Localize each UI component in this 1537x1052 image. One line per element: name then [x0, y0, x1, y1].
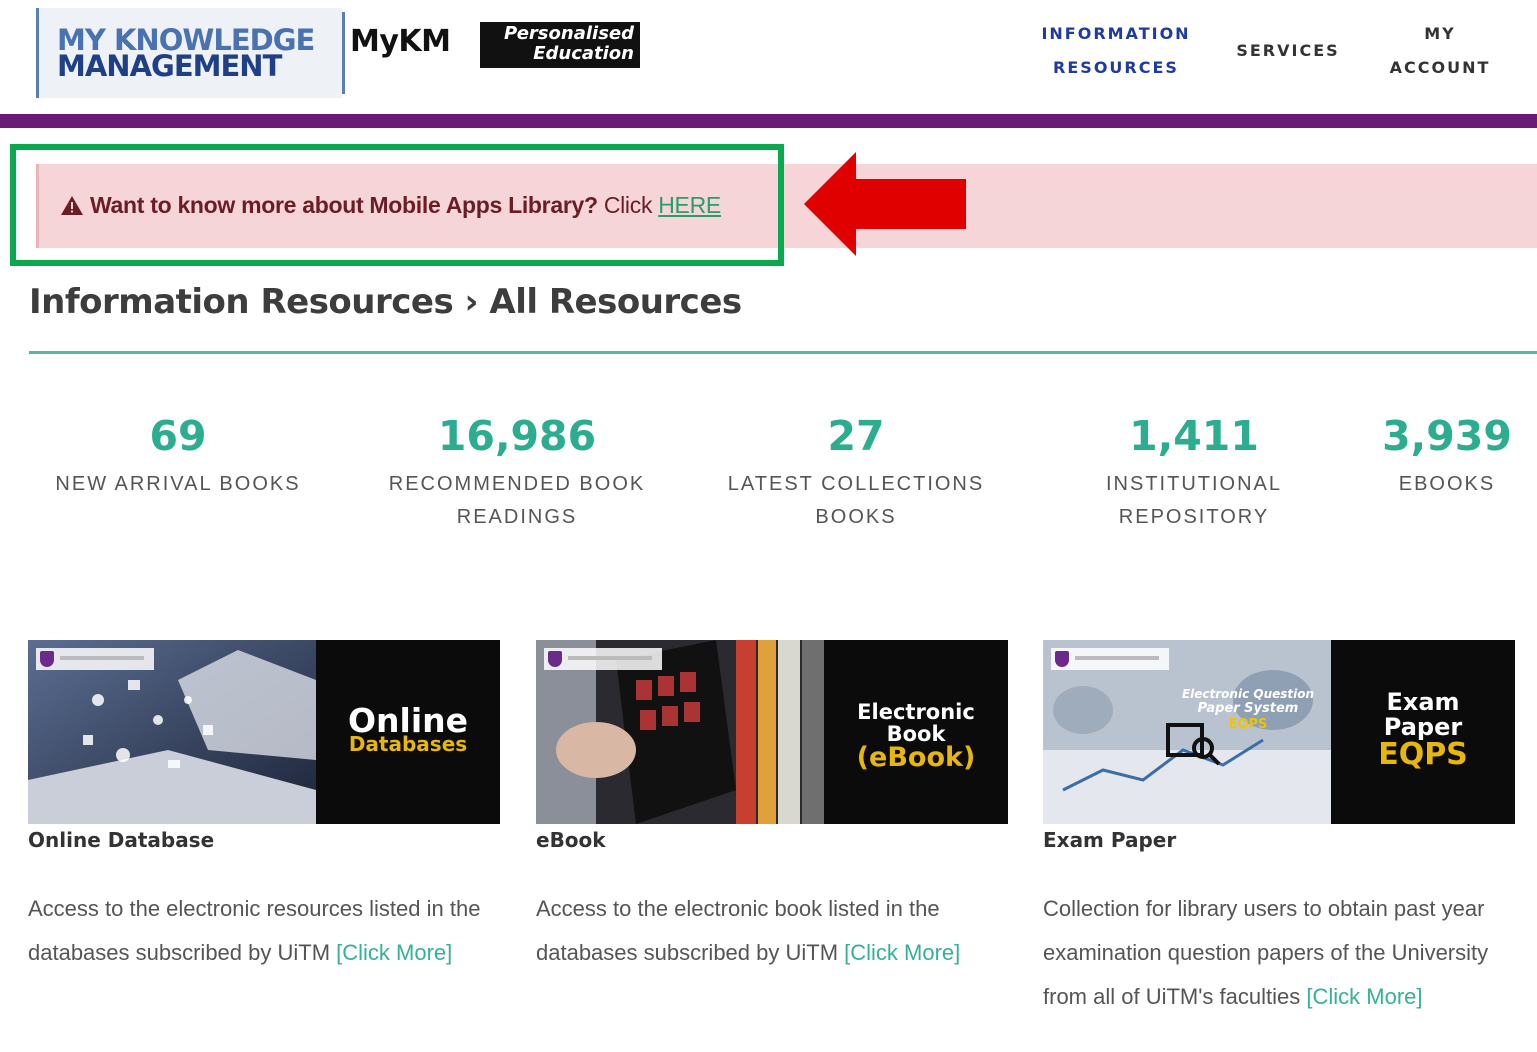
photo-caption-line-3: EQPS [1228, 717, 1268, 732]
nav-info-line-1: INFORMATION [1041, 24, 1191, 43]
online-database-banner[interactable]: Online Databases [28, 640, 500, 824]
stat-label-line-2: REPOSITORY [1118, 506, 1270, 528]
banner-title-line-2: Paper [1383, 713, 1463, 741]
stat-label: EBOOKS [1370, 468, 1524, 501]
page-title: Information Resources › All Resources [29, 282, 742, 322]
stat-value: 1,411 [1129, 412, 1259, 460]
card-title[interactable]: eBook [536, 828, 1008, 852]
header-divider-bar [0, 114, 1537, 128]
mykm-logo[interactable]: MyKM [350, 24, 451, 59]
stat-value: 27 [827, 412, 885, 460]
red-arrow-icon [804, 152, 966, 256]
card-description: Access to the electronic book listed in … [536, 887, 1008, 975]
banner-title-line-3: (eBook) [856, 742, 976, 773]
personalised-education-logo: Personalised Education [480, 22, 640, 68]
nav-account-line-1: MY [1424, 24, 1456, 43]
exam-paper-banner[interactable]: Electronic Question Paper System EQPS Ex… [1043, 640, 1515, 824]
stat-label-line-1: NEW ARRIVAL BOOKS [55, 473, 301, 495]
banner-title-line-1: Exam [1386, 688, 1460, 716]
highlight-box [10, 144, 784, 266]
photo-caption-line-2: Paper System [1197, 701, 1299, 716]
logo-divider [342, 12, 345, 94]
nav-information-resources[interactable]: INFORMATION RESOURCES [1030, 17, 1202, 85]
stat-new-arrival-books[interactable]: 69 NEW ARRIVAL BOOKS [40, 412, 316, 501]
university-logo [1051, 648, 1169, 670]
title-underline [29, 351, 1537, 354]
card-exam-paper: Electronic Question Paper System EQPS Ex… [1043, 640, 1515, 1019]
stat-label: NEW ARRIVAL BOOKS [40, 468, 316, 501]
logo-line-2: MANAGEMENT [57, 49, 282, 83]
stat-value: 16,986 [437, 412, 597, 460]
pe-line-1: Personalised [504, 23, 634, 44]
nav-services[interactable]: SERVICES [1226, 34, 1350, 68]
card-online-database: Online Databases Online Database Access … [28, 640, 500, 975]
card-title[interactable]: Exam Paper [1043, 828, 1515, 852]
card-description: Collection for library users to obtain p… [1043, 887, 1515, 1019]
stat-label-line-1: LATEST COLLECTIONS [727, 473, 985, 495]
click-more-link[interactable]: [Click More] [844, 940, 960, 965]
nav-info-line-2: RESOURCES [1053, 58, 1179, 77]
click-more-link[interactable]: [Click More] [336, 940, 452, 965]
banner-title-line-3: EQPS [1378, 737, 1468, 772]
stat-value: 3,939 [1382, 412, 1512, 460]
stat-label: INSTITUTIONAL REPOSITORY [1064, 468, 1324, 534]
university-logo [36, 648, 154, 670]
university-logo [544, 648, 662, 670]
stat-label-line-1: RECOMMENDED BOOK [388, 473, 646, 495]
stat-label: RECOMMENDED BOOK READINGS [370, 468, 664, 534]
stat-latest-collections-books[interactable]: 27 LATEST COLLECTIONS BOOKS [712, 412, 1000, 534]
banner-title-line-2: Databases [348, 732, 468, 756]
my-knowledge-management-logo[interactable]: MY KNOWLEDGE MANAGEMENT [36, 8, 342, 98]
photo-caption-line-1: Electronic Question [1181, 687, 1315, 701]
stat-label-line-1: INSTITUTIONAL [1105, 473, 1282, 495]
pe-line-2: Education [533, 43, 634, 64]
nav-my-account[interactable]: MY ACCOUNT [1378, 17, 1502, 85]
stat-institutional-repository[interactable]: 1,411 INSTITUTIONAL REPOSITORY [1064, 412, 1324, 534]
stat-recommended-book-readings[interactable]: 16,986 RECOMMENDED BOOK READINGS [370, 412, 664, 534]
stat-label-line-2: READINGS [456, 506, 578, 528]
stat-ebooks[interactable]: 3,939 EBOOKS [1370, 412, 1524, 501]
stat-label-line-2: BOOKS [815, 506, 897, 528]
banner-title-line-1: Electronic [857, 700, 975, 724]
click-more-link[interactable]: [Click More] [1306, 984, 1422, 1009]
card-title[interactable]: Online Database [28, 828, 500, 852]
card-description: Access to the electronic resources liste… [28, 887, 500, 975]
stat-label-line-1: EBOOKS [1398, 473, 1496, 495]
stat-label: LATEST COLLECTIONS BOOKS [712, 468, 1000, 534]
card-ebook: Electronic Book (eBook) eBook Access to … [536, 640, 1008, 975]
stat-value: 69 [149, 412, 207, 460]
site-header: MY KNOWLEDGE MANAGEMENT MyKM Personalise… [0, 0, 1537, 114]
nav-account-line-2: ACCOUNT [1389, 58, 1491, 77]
ebook-banner[interactable]: Electronic Book (eBook) [536, 640, 1008, 824]
